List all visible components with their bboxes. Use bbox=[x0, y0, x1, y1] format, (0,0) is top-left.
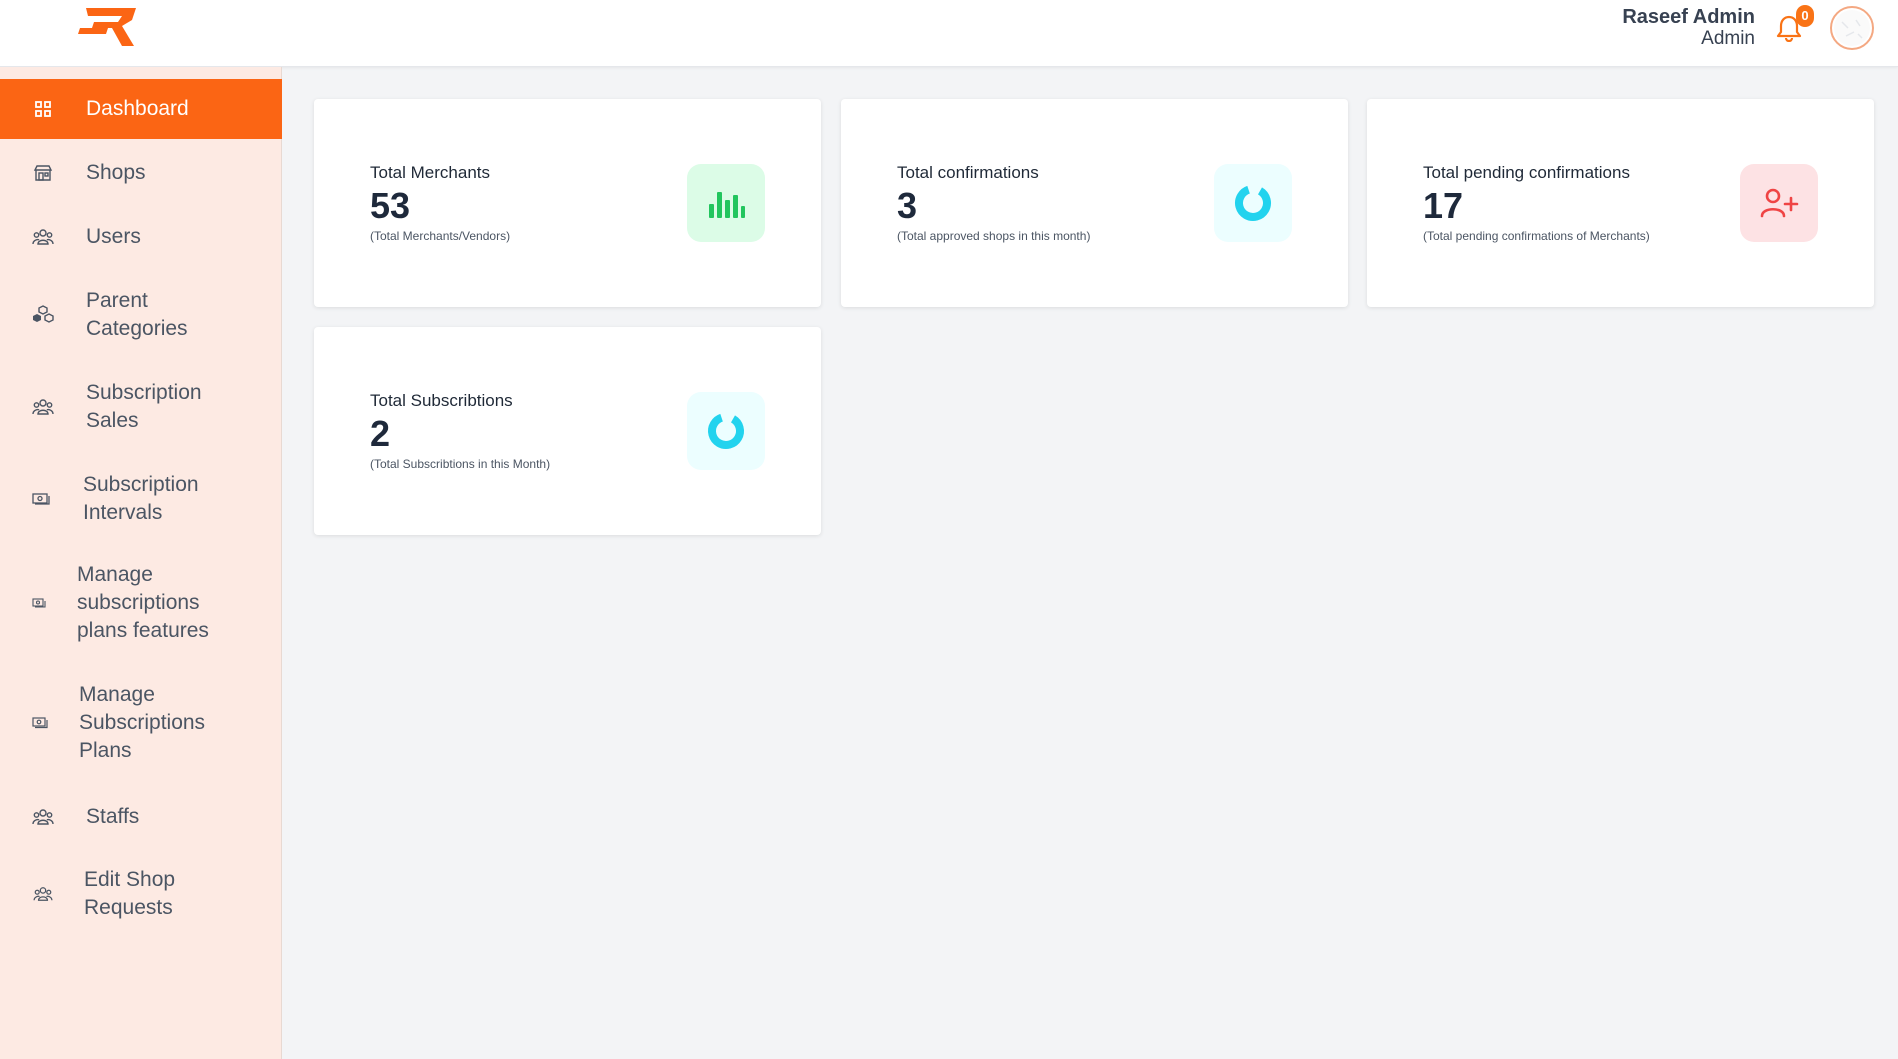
sidebar-item-label: Subscription Sales bbox=[86, 381, 202, 432]
sidebar-item-label: Shops bbox=[86, 161, 146, 184]
avatar-image bbox=[1834, 10, 1870, 46]
card-subtitle: (Total approved shops in this month) bbox=[897, 229, 1091, 243]
avatar[interactable] bbox=[1830, 6, 1874, 50]
sidebar-item-label: Subscription Intervals bbox=[83, 473, 199, 524]
user-role: Admin bbox=[1701, 28, 1755, 49]
top-bar: Raseef Admin Admin 0 bbox=[0, 0, 1898, 67]
card-subtitle: (Total Subscribtions in this Month) bbox=[370, 457, 551, 471]
sidebar-item-staffs[interactable]: Staffs bbox=[0, 795, 282, 839]
sidebar-item-label: Users bbox=[86, 225, 141, 248]
cubes-icon bbox=[32, 304, 54, 326]
sidebar-item-parent-categories[interactable]: Parent Categories bbox=[0, 285, 282, 345]
money-icon bbox=[29, 712, 51, 734]
sidebar-item-label: Staffs bbox=[86, 805, 140, 828]
card-title: Total confirmations bbox=[897, 163, 1039, 182]
money-icon bbox=[30, 488, 52, 510]
user-info[interactable]: Raseef Admin Admin bbox=[1622, 6, 1755, 49]
users-icon bbox=[32, 883, 54, 905]
card-value: 3 bbox=[897, 185, 918, 226]
stat-card-total-confirmations[interactable]: Total confirmations 3 (Total approved sh… bbox=[841, 99, 1348, 307]
card-title: Total Subscribtions bbox=[370, 391, 513, 410]
user-name: Raseef Admin bbox=[1622, 6, 1755, 28]
card-value: 2 bbox=[370, 413, 391, 454]
sidebar-item-label: Manage subscriptions plans features bbox=[77, 563, 209, 642]
sidebar-item-manage-subscriptions-plans[interactable]: Manage Subscriptions Plans bbox=[0, 681, 282, 765]
user-plus-icon bbox=[1740, 164, 1818, 242]
card-subtitle: (Total pending confirmations of Merchant… bbox=[1423, 229, 1650, 243]
donut-icon bbox=[1214, 164, 1292, 242]
bar-chart-icon bbox=[687, 164, 765, 242]
sidebar-item-subscription-sales[interactable]: Subscription Sales bbox=[0, 377, 282, 437]
grid-icon bbox=[32, 98, 54, 120]
sidebar-item-label: Dashboard bbox=[86, 97, 189, 120]
users-icon bbox=[32, 396, 54, 418]
sidebar-item-label: Edit Shop Requests bbox=[84, 868, 176, 919]
sidebar-item-label: Manage Subscriptions Plans bbox=[79, 683, 206, 762]
sidebar-item-label: Parent Categories bbox=[86, 289, 188, 340]
card-value: 17 bbox=[1423, 185, 1464, 226]
sidebar-item-shops[interactable]: Shops bbox=[0, 151, 282, 195]
notification-badge: 0 bbox=[1796, 5, 1814, 27]
card-value: 53 bbox=[370, 185, 411, 226]
stat-card-total-merchants[interactable]: Total Merchants 53 (Total Merchants/Vend… bbox=[314, 99, 821, 307]
sidebar-item-edit-shop-requests[interactable]: Edit Shop Requests bbox=[0, 864, 282, 924]
stat-card-total-subscriptions[interactable]: Total Subscribtions 2 (Total Subscribtio… bbox=[314, 327, 821, 535]
card-title: Total Merchants bbox=[370, 163, 490, 182]
sidebar-item-users[interactable]: Users bbox=[0, 215, 282, 259]
stat-card-total-pending-confirmations[interactable]: Total pending confirmations 17 (Total pe… bbox=[1367, 99, 1874, 307]
store-icon bbox=[32, 162, 54, 184]
sidebar: Dashboard Shops Users Parent Categories … bbox=[0, 67, 282, 1059]
sidebar-item-subscription-intervals[interactable]: Subscription Intervals bbox=[0, 469, 282, 529]
donut-icon bbox=[687, 392, 765, 470]
sidebar-item-dashboard[interactable]: Dashboard bbox=[0, 79, 282, 139]
money-icon bbox=[28, 592, 50, 614]
card-title: Total pending confirmations bbox=[1423, 163, 1630, 182]
users-icon bbox=[32, 226, 54, 248]
users-icon bbox=[32, 806, 54, 828]
brand-logo[interactable] bbox=[78, 6, 142, 48]
sidebar-item-manage-subscriptions-plans-features[interactable]: Manage subscriptions plans features bbox=[0, 561, 282, 645]
card-subtitle: (Total Merchants/Vendors) bbox=[370, 229, 511, 243]
